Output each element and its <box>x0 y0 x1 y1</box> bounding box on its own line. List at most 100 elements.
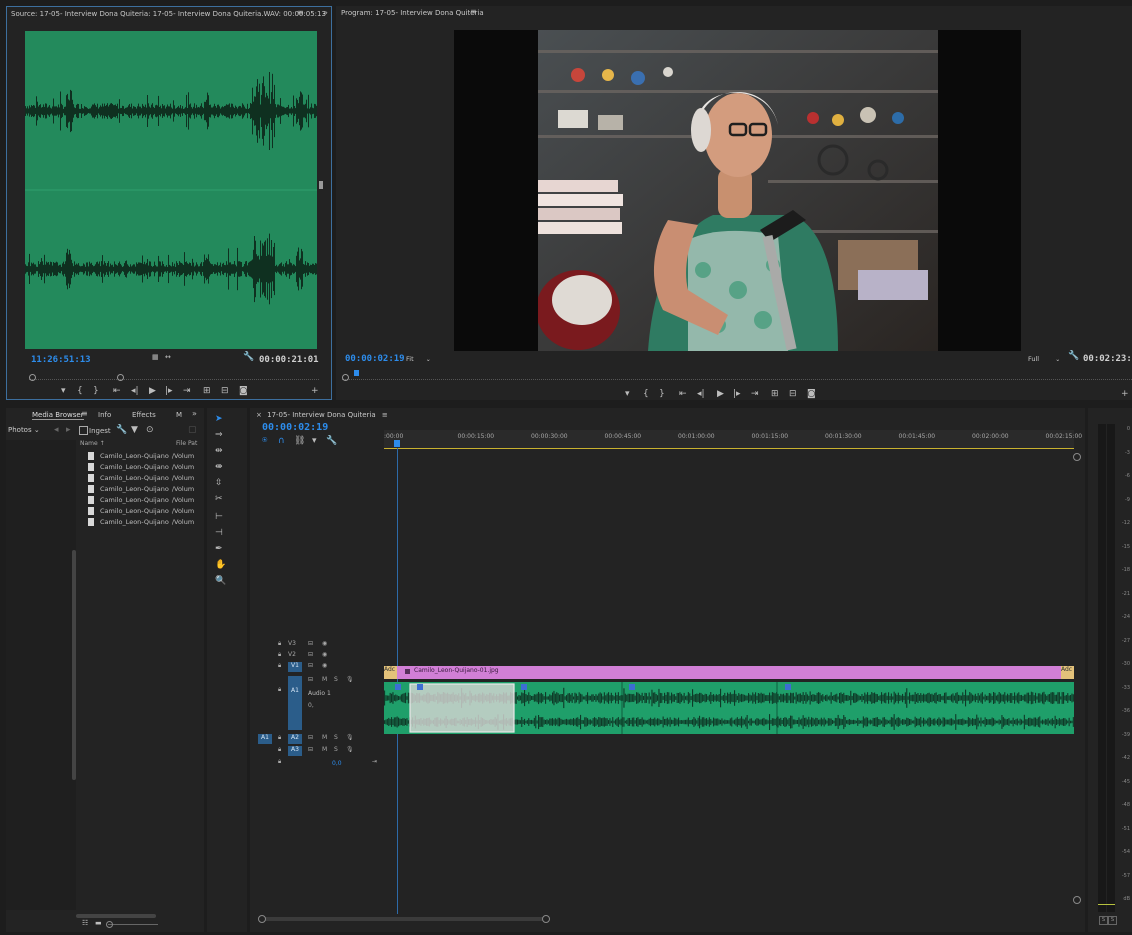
track-lock-icon[interactable]: 🔒︎ <box>278 640 281 648</box>
folder-tree[interactable] <box>6 440 76 910</box>
nest-icon[interactable]: ⍟ <box>262 436 267 446</box>
track-lock-icon[interactable]: 🔒︎ <box>278 686 281 694</box>
new-bin-icon[interactable]: ▢ <box>188 425 197 435</box>
timeline-vertical-scroll-top[interactable] <box>1073 453 1081 461</box>
source-monitor-title[interactable]: Source: 17-05- Interview Dona Quiteria: … <box>11 10 326 18</box>
step-forward-icon[interactable]: |▸ <box>733 389 741 399</box>
mark-out-icon[interactable]: } <box>659 389 665 399</box>
mute-button[interactable]: M <box>322 746 327 753</box>
program-timecode[interactable]: 00:00:02:19 <box>345 354 405 364</box>
audio-track-target-a2[interactable]: A2 <box>288 734 302 744</box>
timeline-vertical-scroll-bottom[interactable] <box>1073 896 1081 904</box>
wrench-icon[interactable]: 🔧 <box>243 352 254 362</box>
list-view-icon[interactable]: ☷ <box>82 919 88 927</box>
zoom-tool-icon[interactable]: 🔍 <box>215 576 226 586</box>
back-arrow-icon[interactable]: ◂ <box>54 425 59 435</box>
view-icon[interactable]: ⊙ <box>146 425 154 435</box>
go-to-end-icon[interactable]: ⇥ <box>372 758 377 765</box>
insert-icon[interactable]: ⊞ <box>203 386 211 396</box>
playhead-handle[interactable] <box>394 440 400 447</box>
program-video-frame[interactable] <box>454 30 1021 351</box>
video-track-target[interactable]: V2 <box>288 651 302 661</box>
solo-button[interactable]: S <box>334 746 338 753</box>
forward-arrow-icon[interactable]: ▸ <box>66 425 71 435</box>
program-scrub-bar[interactable] <box>342 370 1132 381</box>
panel-menu-icon[interactable]: ≡ <box>297 8 304 17</box>
video-track-target[interactable]: V1 <box>288 662 302 672</box>
panel-menu-icon[interactable]: ≡ <box>382 411 388 419</box>
add-marker-icon[interactable]: ▾ <box>312 436 317 446</box>
file-row[interactable]: Camilo_Leon-Quijano/Volum <box>88 496 194 507</box>
track-lock-icon[interactable]: 🔒︎ <box>278 758 281 766</box>
folder-scrollbar[interactable] <box>72 550 76 780</box>
filter-icon[interactable]: ▼ <box>131 425 138 435</box>
wrench-icon[interactable]: 🔧 <box>116 425 127 435</box>
add-button-icon[interactable]: + <box>311 386 319 396</box>
source-scrub-bar[interactable] <box>29 372 319 381</box>
timeline-horizontal-scrollbar[interactable] <box>258 915 550 923</box>
file-row[interactable]: Camilo_Leon-Quijano/Volum <box>88 518 194 529</box>
voice-over-icon[interactable]: 🎙︎ <box>346 676 354 683</box>
tab-media-browser[interactable]: Media Browser <box>32 411 84 420</box>
mute-button[interactable]: M <box>322 734 327 741</box>
go-to-in-icon[interactable]: ⇤ <box>113 386 121 396</box>
slip-tool-icon[interactable]: ⊢ <box>215 512 223 522</box>
file-row[interactable]: Camilo_Leon-Quijano/Volum <box>88 474 194 485</box>
program-monitor-title[interactable]: Program: 17-05- Interview Dona Quiteria <box>341 9 484 17</box>
video-clip[interactable]: Adc Camilo_Leon-Quijano-01.jpg Adc <box>384 666 1074 679</box>
lift-icon[interactable]: ⊞ <box>771 389 779 399</box>
solo-button[interactable]: S <box>334 676 338 683</box>
file-row[interactable]: Camilo_Leon-Quijano/Volum <box>88 485 194 496</box>
expand-panels-icon[interactable]: » <box>192 409 197 418</box>
scroll-handle-right[interactable] <box>542 915 550 923</box>
eye-icon[interactable]: ◉ <box>322 640 327 647</box>
waveform-right-handle[interactable] <box>319 181 323 189</box>
name-column-header[interactable]: Name ↑ <box>80 440 105 447</box>
mark-in-icon[interactable]: { <box>77 386 83 396</box>
timeline-tab[interactable]: × 17-05- Interview Dona Quiteria ≡ <box>256 411 388 419</box>
export-frame-icon[interactable]: ◙ <box>239 386 248 396</box>
icon-view-icon[interactable]: ▬ <box>95 919 102 927</box>
audio-track-target-a3[interactable]: A3 <box>288 746 302 756</box>
scroll-handle-left[interactable] <box>258 915 266 923</box>
adjustment-layer-left[interactable]: Adc <box>384 666 397 679</box>
drag-audio-icon[interactable]: ↔ <box>165 353 171 361</box>
track-lock-icon[interactable]: 🔒︎ <box>278 662 281 670</box>
extract-icon[interactable]: ⊟ <box>789 389 797 399</box>
track-volume[interactable]: 0, <box>308 702 314 709</box>
horizontal-scrollbar[interactable] <box>76 914 156 918</box>
toggle-sync-icon[interactable]: ⊟ <box>308 734 313 741</box>
pen-tool-icon[interactable]: ✒ <box>215 544 223 554</box>
step-back-icon[interactable]: ◂| <box>697 389 705 399</box>
marker-icon[interactable]: ▾ <box>625 389 630 399</box>
toggle-sync-icon[interactable]: ⊟ <box>308 662 313 669</box>
marker-icon[interactable]: ▾ <box>61 386 66 396</box>
selection-tool-icon[interactable]: ➤ <box>215 414 223 424</box>
solo-right-button[interactable]: S <box>1108 916 1117 925</box>
file-row[interactable]: Camilo_Leon-Quijano/Volum <box>88 507 194 518</box>
voice-over-icon[interactable]: 🎙︎ <box>346 746 354 753</box>
adjustment-layer-right[interactable]: Adc <box>1061 666 1074 679</box>
play-icon[interactable]: ▶ <box>149 386 156 396</box>
eye-icon[interactable]: ◉ <box>322 662 327 669</box>
export-frame-icon[interactable]: ◙ <box>807 389 816 399</box>
source-patch-a1[interactable]: A1 <box>258 734 272 744</box>
zoom-handle-left[interactable] <box>342 374 349 381</box>
track-lock-icon[interactable]: 🔒︎ <box>278 734 281 742</box>
close-icon[interactable]: × <box>256 411 262 419</box>
linked-selection-icon[interactable]: ⛓ <box>294 436 305 446</box>
toggle-sync-icon[interactable]: ⊟ <box>308 746 313 753</box>
track-select-tool-icon[interactable]: ⇒ <box>215 430 223 440</box>
ingest-checkbox[interactable] <box>79 426 88 435</box>
source-zoom-handle-left[interactable] <box>29 374 36 381</box>
source-timecode[interactable]: 11:26:51:13 <box>31 355 91 365</box>
track-lock-icon[interactable]: 🔒︎ <box>278 746 281 754</box>
solo-left-button[interactable]: S <box>1099 916 1108 925</box>
go-to-in-icon[interactable]: ⇤ <box>679 389 687 399</box>
add-button-icon[interactable]: + <box>1121 389 1129 399</box>
fit-dropdown[interactable]: Fit ⌄ <box>406 355 431 363</box>
track-lock-icon[interactable]: 🔒︎ <box>278 651 281 659</box>
razor-tool-icon[interactable]: ✂ <box>215 494 223 504</box>
timeline-timecode[interactable]: 00:00:02:19 <box>262 422 328 433</box>
voice-over-icon[interactable]: 🎙︎ <box>346 734 354 741</box>
